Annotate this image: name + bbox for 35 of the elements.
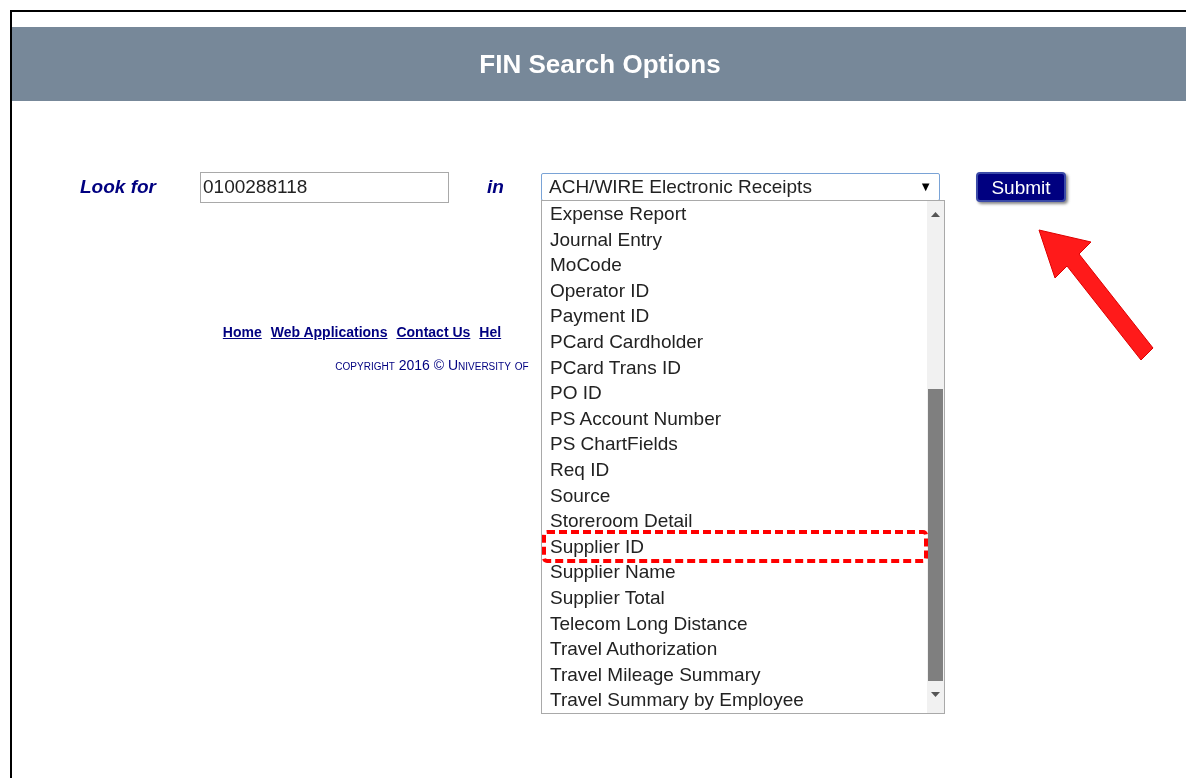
dropdown-option[interactable]: Storeroom Detail [550, 510, 693, 532]
dropdown-option[interactable]: Travel Authorization [550, 638, 718, 660]
scrollbar-thumb[interactable] [928, 389, 943, 681]
dropdown-option[interactable]: PS ChartFields [550, 433, 678, 455]
submit-button[interactable]: Submit [976, 172, 1066, 202]
dropdown-option[interactable]: Expense Report [550, 203, 687, 224]
footer-link[interactable]: Contact Us [396, 322, 471, 343]
in-label: in [487, 174, 505, 199]
footer-link[interactable]: Web Applications [270, 322, 388, 343]
page-title: FIN Search Options [479, 47, 721, 81]
dropdown-option[interactable]: Operator ID [550, 279, 650, 301]
dropdown-option[interactable]: Source [550, 484, 611, 506]
dropdown-option[interactable]: MoCode [550, 254, 622, 276]
scroll-down-icon[interactable] [931, 692, 940, 697]
dropdown-option[interactable]: PCard Cardholder [550, 330, 704, 352]
dropdown-option[interactable]: Payment ID [550, 305, 650, 327]
dropdown-option[interactable]: PCard Trans ID [550, 356, 681, 378]
dropdown-option[interactable]: Req ID [550, 458, 610, 480]
dropdown-option[interactable]: Telecom Long Distance [550, 612, 748, 634]
dropdown-arrow-icon[interactable]: ▼ [919, 177, 932, 197]
footer-link[interactable]: Hel [479, 322, 502, 343]
dropdown-option[interactable]: Supplier Total [550, 586, 665, 608]
scroll-up-icon[interactable] [931, 212, 940, 217]
dropdown-option[interactable]: Travel Mileage Summary [550, 663, 761, 685]
copyright-text: copyright 2016 © University of [335, 356, 529, 375]
dropdown-option[interactable]: Journal Entry [550, 228, 662, 250]
search-field[interactable]: 0100288118 [200, 171, 449, 203]
footer-link[interactable]: Home [222, 322, 262, 343]
scrollbar[interactable] [927, 201, 944, 713]
dropdown-option[interactable]: Travel Summary by Employee [550, 689, 804, 711]
dropdown-option[interactable]: Supplier ID [550, 535, 644, 557]
dropdown-option[interactable]: PO ID [550, 382, 602, 404]
dropdown-option[interactable]: PS Account Number [550, 407, 722, 429]
look-for-label: Look for [80, 174, 158, 199]
dropdown-option[interactable]: Supplier Name [550, 561, 676, 583]
